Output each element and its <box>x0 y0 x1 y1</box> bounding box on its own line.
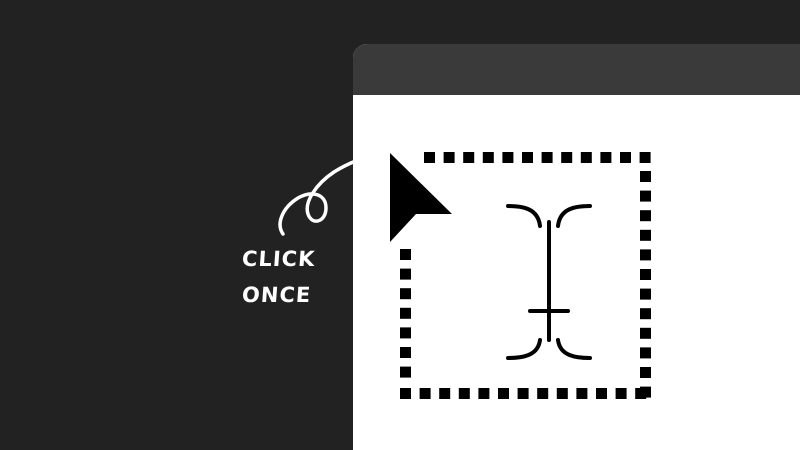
border-dot <box>400 347 411 358</box>
border-dot <box>600 152 612 163</box>
border-dot <box>640 249 651 261</box>
border-dot <box>580 152 592 163</box>
border-dot <box>439 388 451 399</box>
border-dot <box>620 152 631 163</box>
dotted-border-bottom <box>400 388 647 399</box>
border-dot <box>640 308 651 320</box>
border-dot <box>400 366 411 378</box>
annotation-click: CLICK <box>241 247 317 271</box>
border-dot <box>640 288 651 300</box>
border-dot <box>482 152 494 163</box>
window-titlebar[interactable] <box>353 44 800 95</box>
border-dot <box>576 388 588 399</box>
annotation-once: ONCE <box>241 283 313 307</box>
border-dot <box>640 171 651 182</box>
border-dot <box>640 210 651 222</box>
border-dot <box>541 152 553 163</box>
border-dot <box>400 307 411 319</box>
border-dot <box>596 388 607 399</box>
border-dot <box>463 152 475 163</box>
border-dot <box>517 388 529 399</box>
border-dot <box>400 288 411 300</box>
text-box-outline[interactable] <box>400 152 655 401</box>
border-dot <box>640 386 651 398</box>
border-dot <box>419 388 431 399</box>
border-dot <box>522 152 533 163</box>
border-dot <box>537 388 549 399</box>
border-dot <box>615 388 627 399</box>
border-dot <box>561 152 573 163</box>
dotted-border-top <box>424 152 651 163</box>
border-dot <box>502 152 514 163</box>
desktop-background: CLICK ONCE <box>0 0 800 450</box>
border-dot <box>478 388 490 399</box>
border-dot <box>424 152 435 163</box>
dotted-border-left <box>400 249 411 378</box>
border-dot <box>640 190 651 202</box>
dotted-border-right <box>640 171 651 398</box>
border-dot <box>556 388 568 399</box>
border-dot <box>443 152 455 163</box>
border-dot <box>458 388 470 399</box>
border-dot <box>400 388 411 399</box>
border-dot <box>640 269 651 280</box>
border-dot <box>400 268 411 280</box>
border-dot <box>640 327 651 339</box>
border-dot <box>639 152 651 163</box>
border-dot <box>640 229 651 241</box>
border-dot <box>400 249 411 260</box>
border-dot <box>498 388 509 399</box>
border-dot <box>640 347 651 359</box>
border-dot <box>640 367 651 378</box>
border-dot <box>400 327 411 339</box>
